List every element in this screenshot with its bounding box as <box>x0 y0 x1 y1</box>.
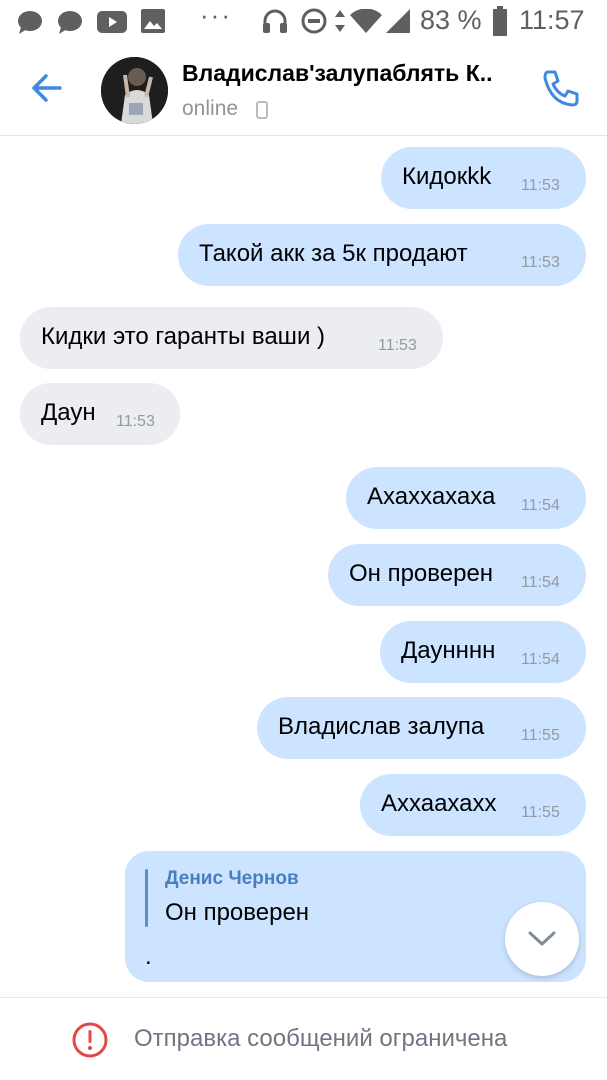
contact-status: online <box>182 97 239 120</box>
avatar-image <box>101 57 168 124</box>
warning-icon <box>72 1022 108 1058</box>
message-list[interactable]: Кидокkk 11:53 Такой акк за 5к продают 11… <box>0 137 607 997</box>
chat-header: Владислав'залупаблять К.. online <box>0 42 607 136</box>
message-time: 11:55 <box>521 804 560 821</box>
chevron-down-icon <box>528 931 556 946</box>
youtube-icon <box>97 11 127 33</box>
message-bubble-outgoing[interactable]: Такой акк за 5к продают 11:53 <box>178 224 586 286</box>
message-text: Ахаххахаха <box>367 483 496 510</box>
message-bubble-outgoing[interactable]: Владислав залупа 11:55 <box>257 697 586 759</box>
message-text: . <box>145 943 152 970</box>
composer-restricted-bar: Отправка сообщений ограничена <box>0 997 607 1080</box>
scroll-to-bottom-button[interactable] <box>505 902 579 976</box>
phone-icon <box>543 70 579 107</box>
message-time: 11:54 <box>521 497 560 514</box>
message-text: Кидки это гаранты ваши ) <box>41 323 326 350</box>
mobile-device-icon <box>256 101 268 119</box>
messaging-restricted-notice: Отправка сообщений ограничена <box>134 1025 508 1052</box>
message-time: 11:53 <box>378 337 417 354</box>
message-text: Владислав залупа <box>278 713 485 740</box>
call-button[interactable] <box>539 66 583 110</box>
message-time: 11:55 <box>521 727 560 744</box>
wifi-icon <box>350 9 382 33</box>
contact-name[interactable]: Владислав'залупаблять К.. <box>182 60 522 87</box>
dnd-icon <box>301 8 327 34</box>
reply-author[interactable]: Денис Чернов <box>165 868 299 890</box>
signal-icon <box>386 9 410 33</box>
back-arrow-icon <box>32 74 62 102</box>
back-button[interactable] <box>22 64 70 112</box>
message-text: Кидокkk <box>402 163 492 190</box>
reply-quoted-text: Он проверен <box>165 899 310 926</box>
message-time: 11:54 <box>521 574 560 591</box>
message-bubble-outgoing[interactable]: Даунннн 11:54 <box>380 621 586 683</box>
image-icon <box>141 9 165 33</box>
avatar[interactable] <box>101 57 168 124</box>
headphones-icon <box>263 9 287 33</box>
status-overflow-dots: ··· <box>200 0 232 30</box>
message-bubble-outgoing[interactable]: Кидокkk 11:53 <box>381 147 586 209</box>
message-text: Даун <box>41 399 96 426</box>
battery-icon <box>493 6 507 36</box>
message-bubble-outgoing[interactable]: Он проверен 11:54 <box>328 544 586 606</box>
message-bubble-outgoing[interactable]: Ахаххахаха 11:54 <box>346 467 586 529</box>
status-bar: ··· 83 % 11:57 <box>0 0 607 42</box>
reply-quote-bar <box>145 869 148 927</box>
message-time: 11:54 <box>521 651 560 668</box>
message-bubble-outgoing[interactable]: Аххаахахх 11:55 <box>360 774 586 836</box>
data-arrows-icon <box>335 10 345 32</box>
message-text: Аххаахахх <box>381 790 497 817</box>
message-bubble-incoming[interactable]: Даун 11:53 <box>20 383 180 445</box>
message-time: 11:53 <box>521 254 560 271</box>
message-bubble-incoming[interactable]: Кидки это гаранты ваши ) 11:53 <box>20 307 443 369</box>
battery-percent: 83 % <box>420 5 482 35</box>
message-text: Даунннн <box>401 637 496 664</box>
chat-bubble-icon <box>58 11 82 34</box>
message-text: Такой акк за 5к продают <box>199 240 468 267</box>
status-time: 11:57 <box>519 5 585 35</box>
message-time: 11:53 <box>521 177 560 194</box>
message-time: 11:53 <box>116 413 155 430</box>
chat-bubble-icon <box>18 11 42 34</box>
message-text: Он проверен <box>349 560 494 587</box>
